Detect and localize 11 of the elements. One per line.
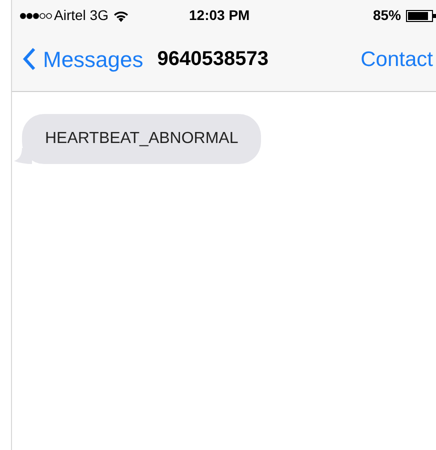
wifi-icon <box>113 10 130 22</box>
back-button[interactable]: Messages <box>22 42 144 76</box>
clock-time: 12:03 PM <box>189 6 250 26</box>
contact-button[interactable]: Contact <box>360 44 433 76</box>
back-chevron-icon <box>22 47 36 72</box>
carrier-name: Airtel 3G <box>54 6 108 26</box>
battery-percent: 85% <box>372 6 401 26</box>
message-bubble: HEARTBEAT_ABNORMAL <box>22 114 262 164</box>
contact-number: 9640538573 <box>157 47 269 72</box>
signal-icon <box>20 12 52 20</box>
battery-icon <box>406 10 436 22</box>
